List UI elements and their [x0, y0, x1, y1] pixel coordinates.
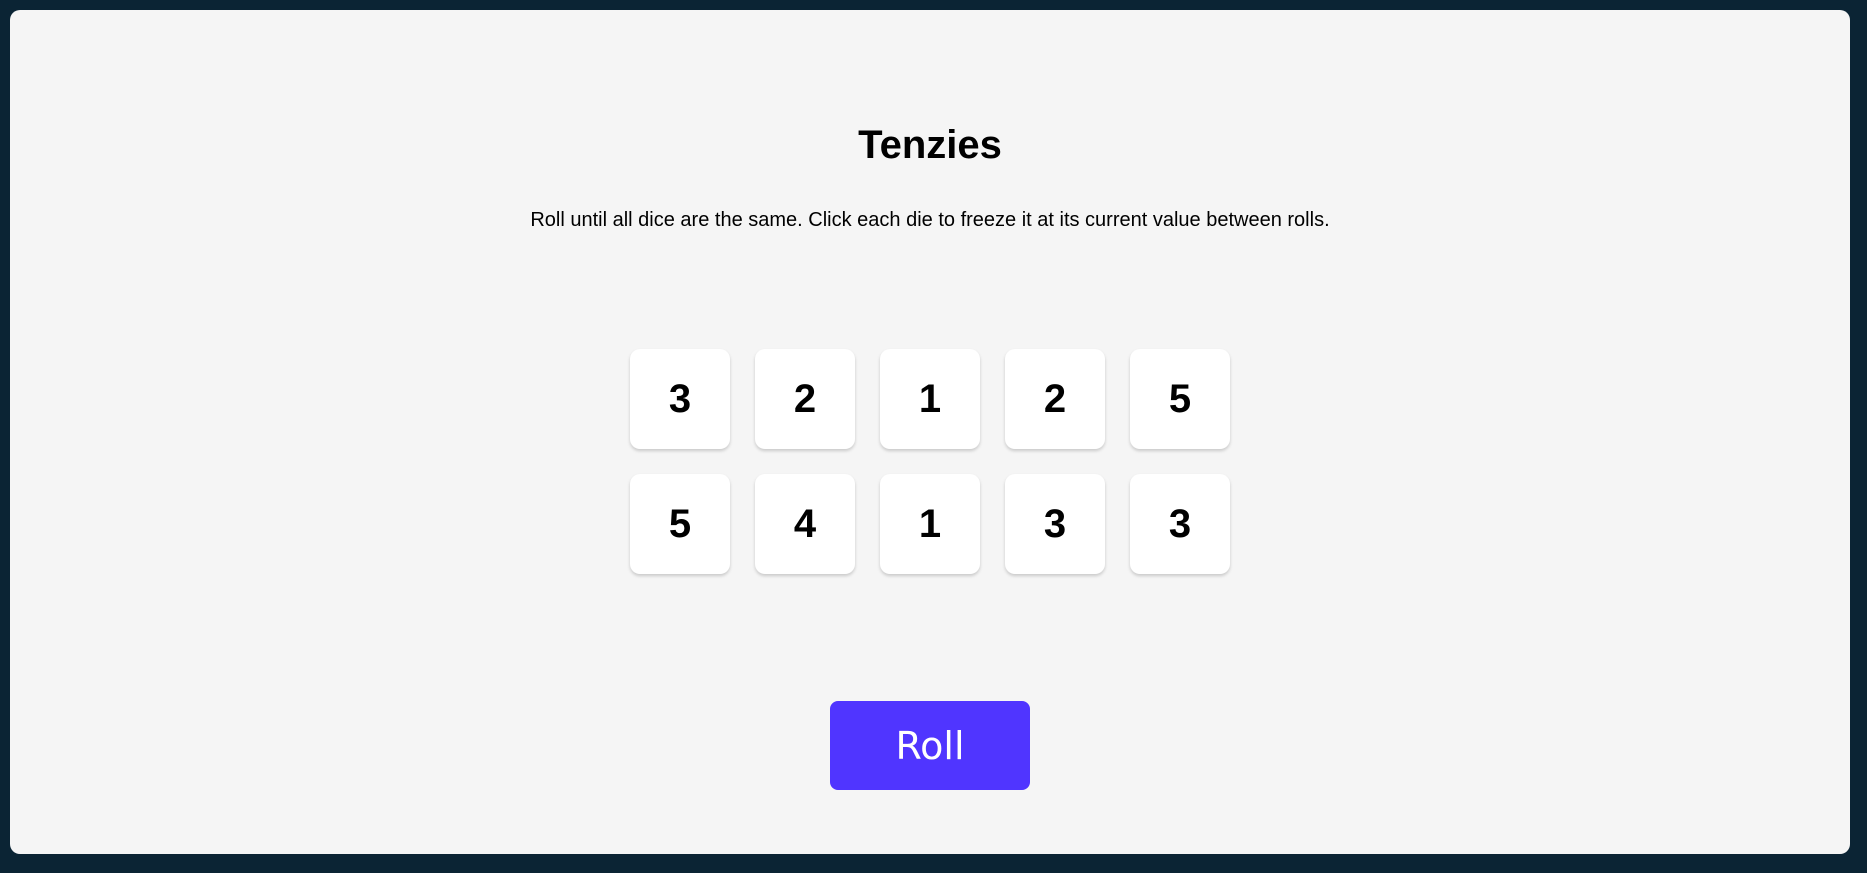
- die[interactable]: 3: [1005, 474, 1105, 574]
- game-board: Tenzies Roll until all dice are the same…: [10, 10, 1850, 854]
- die[interactable]: 2: [755, 349, 855, 449]
- die[interactable]: 5: [630, 474, 730, 574]
- die[interactable]: 5: [1130, 349, 1230, 449]
- die[interactable]: 3: [630, 349, 730, 449]
- die[interactable]: 4: [755, 474, 855, 574]
- die[interactable]: 2: [1005, 349, 1105, 449]
- die[interactable]: 1: [880, 349, 980, 449]
- game-title: Tenzies: [858, 123, 1002, 167]
- game-instructions: Roll until all dice are the same. Click …: [530, 209, 1330, 231]
- dice-grid: 3 2 1 2 5 5 4 1 3 3: [630, 349, 1230, 574]
- die[interactable]: 1: [880, 474, 980, 574]
- roll-button[interactable]: Roll: [830, 701, 1030, 790]
- die[interactable]: 3: [1130, 474, 1230, 574]
